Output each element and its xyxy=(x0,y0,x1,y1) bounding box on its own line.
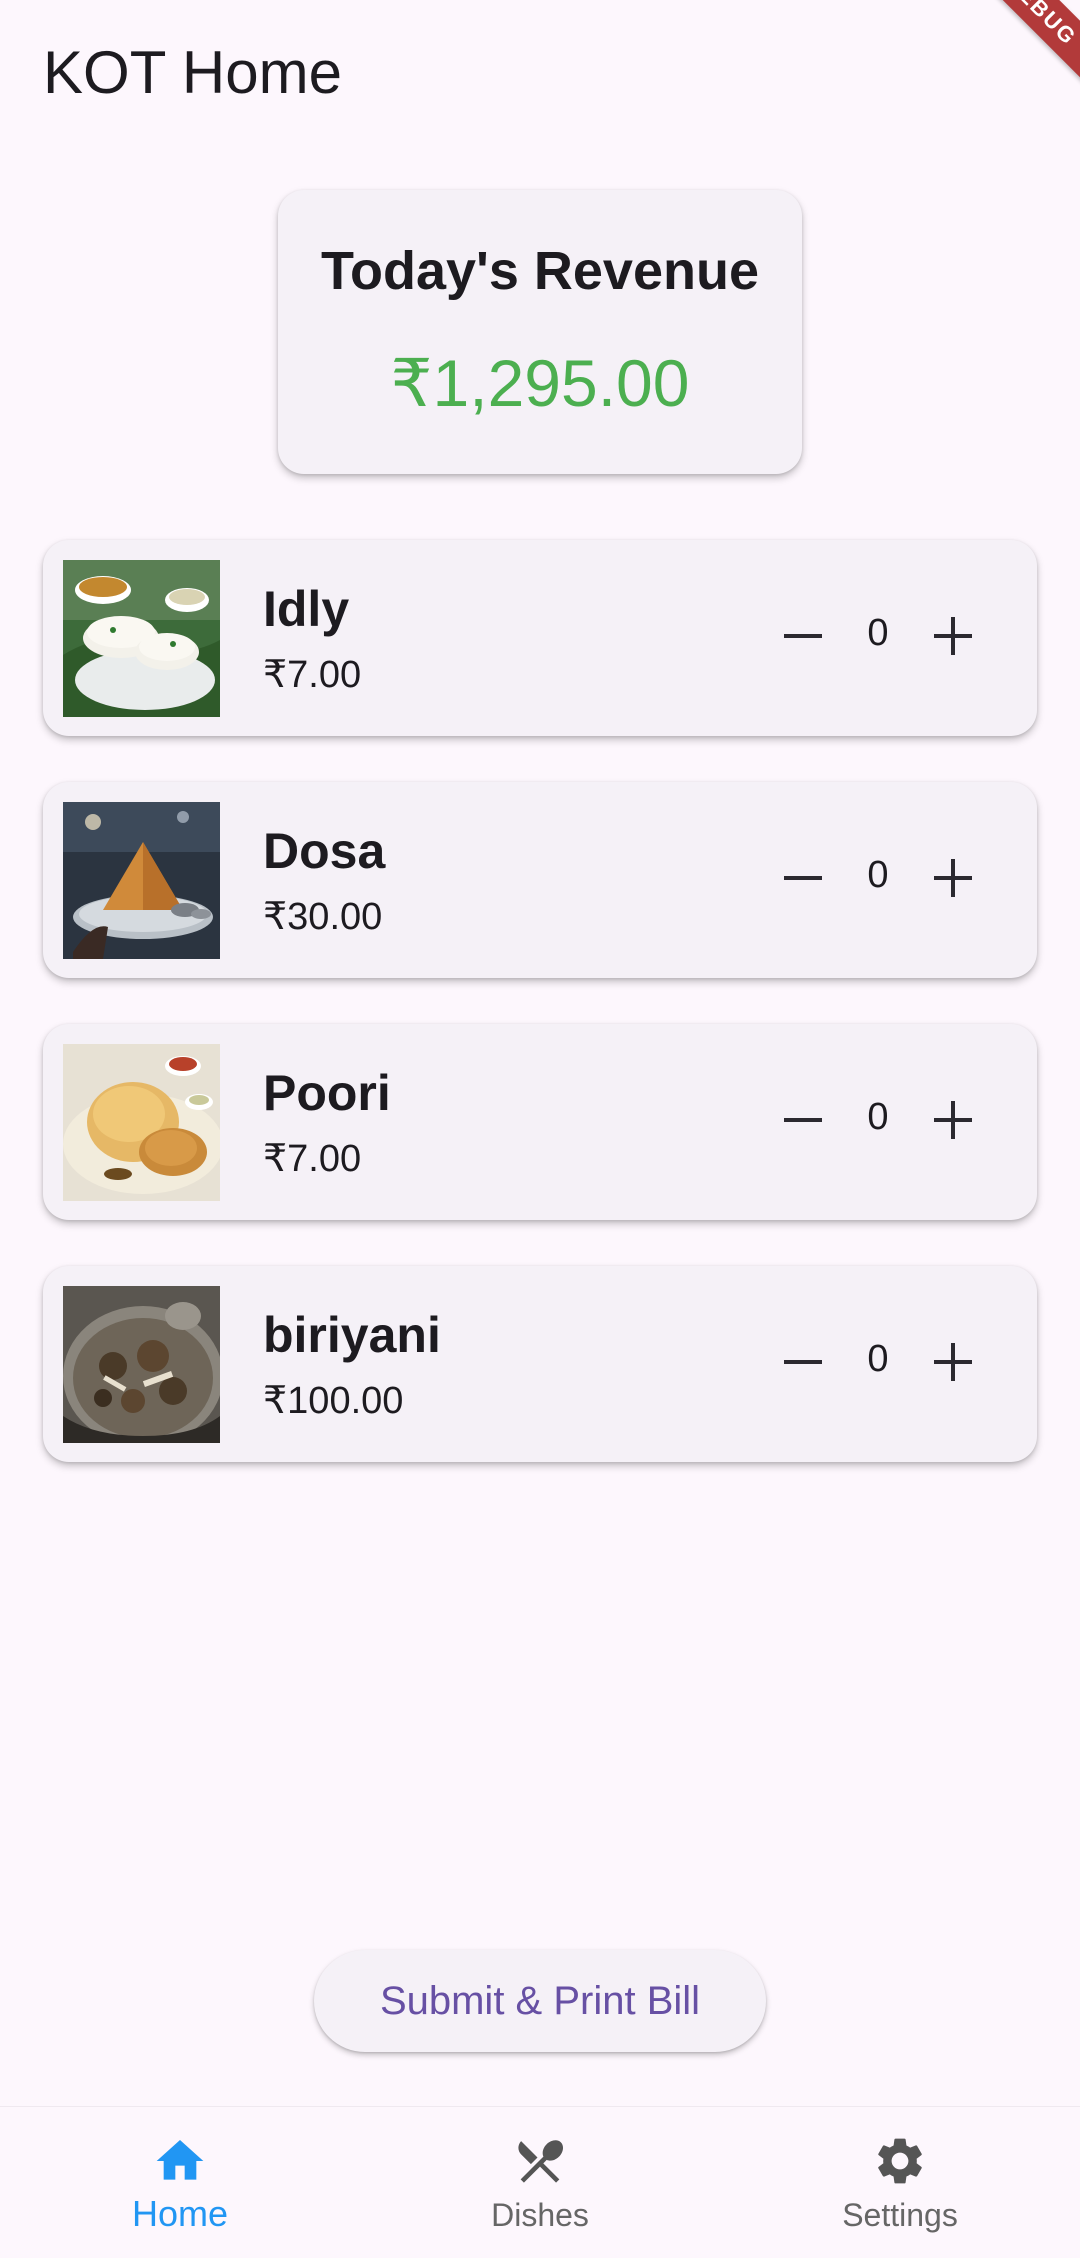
plus-icon xyxy=(934,859,972,897)
plus-icon xyxy=(934,1101,972,1139)
quantity-value: 0 xyxy=(867,854,889,896)
increase-quantity-button[interactable] xyxy=(913,838,993,918)
dish-price: ₹7.00 xyxy=(263,1138,362,1180)
nav-item-label: Home xyxy=(131,2193,229,2234)
increase-quantity-button[interactable] xyxy=(913,1322,993,1402)
quantity-value: 0 xyxy=(867,1096,889,1138)
dish-name: biriyani xyxy=(263,1307,441,1363)
dish-list: Idly ₹7.00 0 Dosa ₹30.00 0 Poori ₹7.00 0… xyxy=(43,540,1037,1508)
gear-icon xyxy=(878,2138,922,2184)
plus-icon xyxy=(934,617,972,655)
dish-name: Dosa xyxy=(263,823,386,879)
nav-item-label: Dishes xyxy=(491,2197,589,2233)
dish-price: ₹30.00 xyxy=(263,896,383,938)
quantity-value: 0 xyxy=(867,1338,889,1380)
nav-item-dishes[interactable]: Dishes xyxy=(360,2107,720,2258)
quantity-value: 0 xyxy=(867,612,889,654)
plus-icon xyxy=(934,1343,972,1381)
poori-photo xyxy=(63,1044,220,1201)
dish-card: Idly ₹7.00 0 xyxy=(43,540,1037,736)
submit-print-bill-button[interactable]: Submit & Print Bill xyxy=(314,1950,766,2052)
dish-price: ₹7.00 xyxy=(263,654,362,696)
app-bar: KOT Home xyxy=(0,0,1080,150)
dish-card: Poori ₹7.00 0 xyxy=(43,1024,1037,1220)
nav-item-settings[interactable]: Settings xyxy=(720,2107,1080,2258)
nav-item-label: Settings xyxy=(842,2197,958,2233)
decrease-quantity-button[interactable] xyxy=(763,1322,843,1402)
revenue-value: ₹1,295.00 xyxy=(390,346,690,420)
dish-price: ₹100.00 xyxy=(263,1380,404,1422)
minus-icon xyxy=(784,876,822,880)
nav-item-home[interactable]: Home xyxy=(0,2107,360,2258)
increase-quantity-button[interactable] xyxy=(913,1080,993,1160)
revenue-card: Today's Revenue ₹1,295.00 xyxy=(278,190,802,474)
increase-quantity-button[interactable] xyxy=(913,596,993,676)
revenue-label: Today's Revenue xyxy=(321,241,759,301)
decrease-quantity-button[interactable] xyxy=(763,596,843,676)
page-title: KOT Home xyxy=(43,39,342,106)
bottom-navigation: Home Dishes Settings xyxy=(0,2106,1080,2258)
idly-photo xyxy=(63,560,220,717)
dosa-photo xyxy=(63,802,220,959)
home-icon xyxy=(156,2140,204,2180)
minus-icon xyxy=(784,1118,822,1122)
decrease-quantity-button[interactable] xyxy=(763,838,843,918)
minus-icon xyxy=(784,634,822,638)
fork-knife-icon xyxy=(518,2140,564,2183)
dish-card: Dosa ₹30.00 0 xyxy=(43,782,1037,978)
minus-icon xyxy=(784,1360,822,1364)
biriyani-photo xyxy=(63,1286,220,1443)
dish-name: Idly xyxy=(263,581,350,637)
dish-name: Poori xyxy=(263,1065,391,1121)
decrease-quantity-button[interactable] xyxy=(763,1080,843,1160)
dish-card: biriyani ₹100.00 0 xyxy=(43,1266,1037,1462)
